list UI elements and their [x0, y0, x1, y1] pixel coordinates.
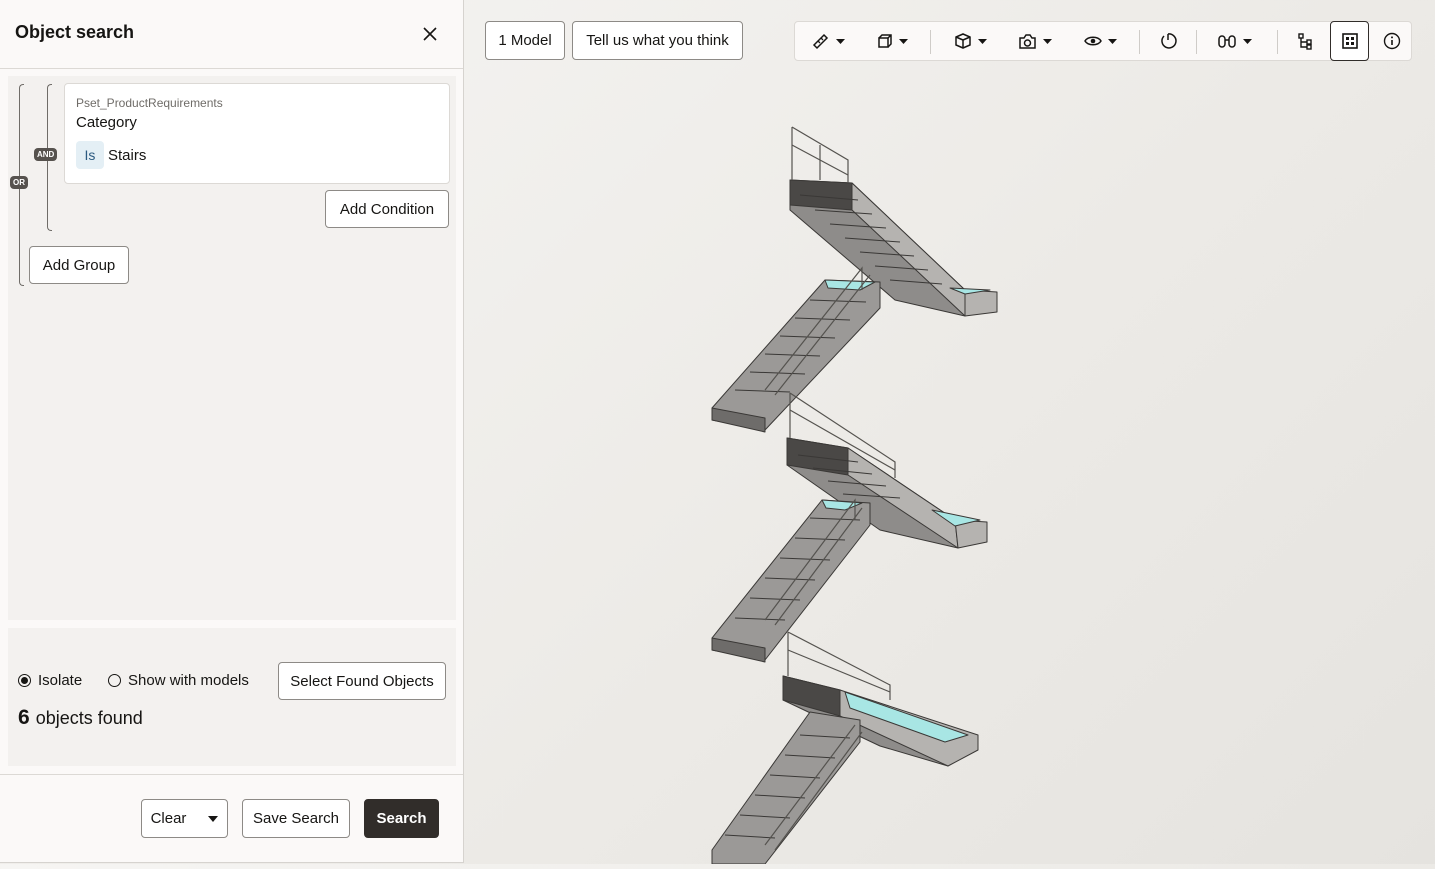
panel-header: Object search	[0, 0, 463, 69]
objects-found-summary: 6 objects found	[18, 706, 143, 730]
visibility-tool[interactable]	[1075, 22, 1125, 60]
or-badge: OR	[10, 176, 28, 189]
condition-value: Stairs	[108, 147, 147, 164]
close-button[interactable]	[414, 19, 446, 49]
grid-panels-icon	[1341, 33, 1358, 49]
condition-card[interactable]: Pset_ProductRequirements Category Is Sta…	[64, 83, 450, 184]
show-with-models-label: Show with models	[128, 672, 249, 689]
isolate-radio-control[interactable]	[18, 674, 31, 687]
visibility-eye-icon	[1083, 36, 1102, 46]
feedback-button[interactable]: Tell us what you think	[572, 21, 743, 60]
stairs-model-render	[711, 126, 998, 865]
hierarchy-icon	[1298, 33, 1312, 50]
toolbar-divider	[1196, 30, 1197, 54]
camera-icon	[1019, 33, 1036, 49]
models-button[interactable]: 1 Model	[485, 21, 565, 60]
toolbar-divider	[930, 30, 931, 54]
measure-tool[interactable]	[803, 22, 853, 60]
condition-property: Category	[76, 114, 137, 131]
select-found-objects-button[interactable]: Select Found Objects	[278, 662, 446, 700]
toolbar-divider	[1277, 30, 1278, 54]
info-icon	[1383, 32, 1401, 50]
clear-button[interactable]: Clear	[141, 799, 228, 838]
caret-down-icon	[977, 38, 987, 44]
reset-view-tool[interactable]	[1153, 22, 1183, 60]
model-viewport[interactable]	[464, 70, 1435, 865]
toolbar-divider	[1139, 30, 1140, 54]
close-icon	[423, 27, 437, 41]
objects-found-count: 6	[18, 706, 30, 729]
info-tool[interactable]	[1377, 22, 1407, 60]
object-search-panel: Object search OR AND Pset_ProductRequire…	[0, 0, 464, 863]
caret-down-icon	[1043, 38, 1052, 44]
condition-property-set: Pset_ProductRequirements	[76, 96, 223, 110]
objects-found-label: objects found	[35, 708, 143, 728]
add-group-button[interactable]: Add Group	[29, 246, 129, 284]
reset-view-icon	[1161, 33, 1177, 49]
section-box-icon	[877, 34, 892, 48]
condition-operator-chip: Is	[76, 141, 104, 169]
clear-label: Clear	[150, 810, 187, 827]
radio-selected-dot	[21, 677, 28, 684]
show-with-models-radio-control[interactable]	[108, 674, 121, 687]
caret-down-icon	[1242, 38, 1252, 44]
panel-title: Object search	[15, 22, 135, 42]
show-with-models-radio[interactable]: Show with models	[108, 672, 249, 689]
hierarchy-tool[interactable]	[1291, 22, 1321, 60]
isolate-radio[interactable]: Isolate	[18, 672, 82, 689]
search-button[interactable]: Search	[364, 799, 439, 838]
caret-down-icon	[1107, 38, 1117, 44]
view-cube-icon	[954, 33, 971, 49]
viewer-toolbar	[794, 21, 1412, 61]
section-box-tool[interactable]	[867, 22, 917, 60]
caret-down-icon	[898, 38, 908, 44]
caret-down-icon	[208, 815, 219, 822]
isolate-label: Isolate	[38, 672, 83, 689]
walk-tool[interactable]	[1209, 22, 1259, 60]
save-search-button[interactable]: Save Search	[242, 799, 350, 838]
view-cube-tool[interactable]	[945, 22, 995, 60]
add-condition-button[interactable]: Add Condition	[325, 190, 449, 228]
and-badge: AND	[34, 148, 58, 161]
walk-binoculars-icon	[1217, 35, 1236, 48]
caret-down-icon	[835, 38, 845, 44]
grid-panels-tool[interactable]	[1330, 21, 1369, 61]
camera-tool[interactable]	[1010, 22, 1060, 60]
measure-icon	[812, 33, 828, 50]
